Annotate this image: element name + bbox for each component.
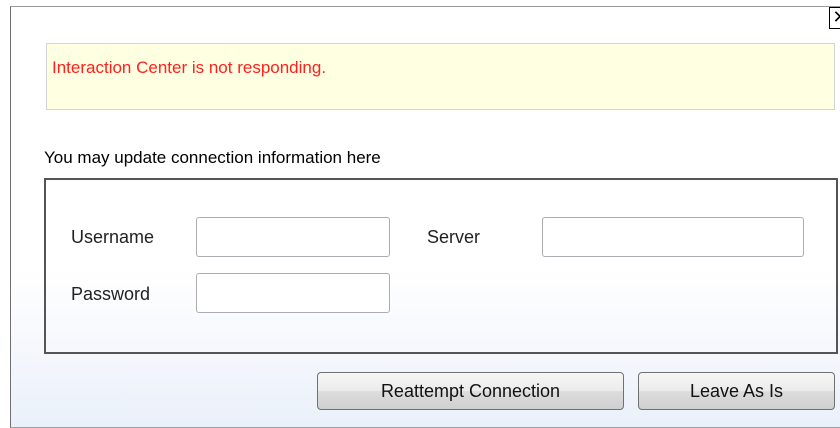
connection-group-box: Username Server Password [44,178,838,354]
close-icon: ✕ [832,7,840,28]
connection-group-caption: You may update connection information he… [41,148,385,168]
server-input[interactable] [542,217,804,257]
password-label: Password [71,284,151,304]
server-label: Server [427,227,481,247]
username-label: Username [71,227,155,247]
leave-as-is-button[interactable]: Leave As Is [638,372,835,410]
alert-box: Interaction Center is not responding. [46,43,835,110]
alert-message: Interaction Center is not responding. [52,58,327,77]
password-input[interactable] [196,273,390,313]
connection-dialog: ✕ Interaction Center is not responding. … [10,6,840,428]
reattempt-connection-button[interactable]: Reattempt Connection [317,372,624,410]
username-input[interactable] [196,217,390,257]
close-button[interactable]: ✕ [829,7,840,29]
